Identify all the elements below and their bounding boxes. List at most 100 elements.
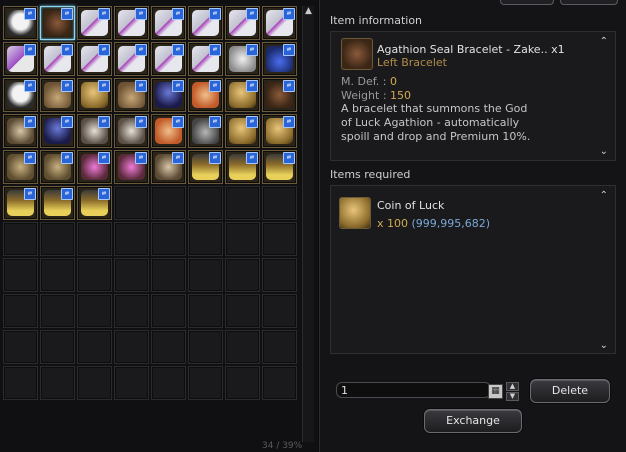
inventory-slot-empty[interactable] (40, 258, 75, 292)
inventory-slot-filled[interactable]: ⇄ (77, 186, 112, 220)
inventory-slot-filled[interactable]: ⇄ (188, 114, 223, 148)
inventory-slot-filled[interactable]: ⇄ (188, 78, 223, 112)
inventory-slot-filled[interactable]: ⇄ (151, 114, 186, 148)
inventory-slot-filled[interactable]: ⇄ (40, 6, 75, 40)
inventory-slot-filled[interactable]: ⇄ (40, 114, 75, 148)
inventory-slot-empty[interactable] (188, 258, 223, 292)
inventory-slot-empty[interactable] (188, 366, 223, 400)
inventory-slot-filled[interactable]: ⇄ (225, 78, 260, 112)
inventory-slot-empty[interactable] (262, 258, 297, 292)
inventory-slot-empty[interactable] (77, 222, 112, 256)
inventory-slot-empty[interactable] (151, 366, 186, 400)
inventory-slot-filled[interactable]: ⇄ (77, 114, 112, 148)
inventory-slot-filled[interactable]: ⇄ (188, 6, 223, 40)
inventory-slot-filled[interactable]: ⇄ (262, 6, 297, 40)
inventory-slot-filled[interactable]: ⇄ (77, 6, 112, 40)
inventory-slot-filled[interactable]: ⇄ (114, 78, 149, 112)
inventory-slot-filled[interactable]: ⇄ (77, 42, 112, 76)
inventory-slot-filled[interactable]: ⇄ (225, 150, 260, 184)
inventory-slot-empty[interactable] (40, 222, 75, 256)
inventory-slot-filled[interactable]: ⇄ (3, 114, 38, 148)
inventory-slot-filled[interactable]: ⇄ (188, 150, 223, 184)
inventory-slot-empty[interactable] (225, 258, 260, 292)
inventory-slot-empty[interactable] (40, 366, 75, 400)
inventory-slot-empty[interactable] (262, 330, 297, 364)
inventory-slot-empty[interactable] (151, 258, 186, 292)
inventory-slot-empty[interactable] (262, 294, 297, 328)
top-tab-right[interactable] (560, 0, 618, 5)
inventory-slot-empty[interactable] (188, 222, 223, 256)
inventory-slot-filled[interactable]: ⇄ (262, 42, 297, 76)
inventory-slot-empty[interactable] (40, 330, 75, 364)
inventory-slot-empty[interactable] (151, 186, 186, 220)
inventory-slot-empty[interactable] (151, 222, 186, 256)
quantity-down-button[interactable]: ▼ (506, 392, 519, 401)
inventory-slot-filled[interactable]: ⇄ (225, 114, 260, 148)
inventory-slot-empty[interactable] (77, 330, 112, 364)
chevron-down-icon[interactable]: ⌄ (600, 147, 608, 157)
exchange-button[interactable]: Exchange (424, 409, 522, 433)
scroll-up-icon[interactable]: ▲ (303, 6, 314, 17)
inventory-slot-filled[interactable]: ⇄ (3, 78, 38, 112)
inventory-slot-filled[interactable]: ⇄ (40, 42, 75, 76)
inventory-slot-filled[interactable]: ⇄ (151, 78, 186, 112)
chevron-up-icon[interactable]: ⌃ (600, 37, 608, 47)
inventory-slot-empty[interactable] (188, 330, 223, 364)
inventory-slot-empty[interactable] (225, 294, 260, 328)
inventory-slot-filled[interactable]: ⇄ (262, 78, 297, 112)
chevron-up-icon[interactable]: ⌃ (600, 191, 608, 201)
inventory-slot-filled[interactable]: ⇄ (3, 186, 38, 220)
inventory-slot-empty[interactable] (77, 294, 112, 328)
inventory-slot-empty[interactable] (114, 294, 149, 328)
inventory-slot-empty[interactable] (188, 294, 223, 328)
chevron-down-icon[interactable]: ⌄ (600, 341, 608, 351)
inventory-slot-filled[interactable]: ⇄ (40, 150, 75, 184)
inventory-slot-empty[interactable] (3, 366, 38, 400)
inventory-slot-empty[interactable] (262, 186, 297, 220)
inventory-slot-empty[interactable] (77, 258, 112, 292)
inventory-slot-filled[interactable]: ⇄ (77, 78, 112, 112)
inventory-slot-empty[interactable] (262, 222, 297, 256)
inventory-scrollbar[interactable]: ▲ (302, 6, 314, 442)
inventory-slot-empty[interactable] (188, 186, 223, 220)
inventory-slot-empty[interactable] (114, 186, 149, 220)
inventory-slot-empty[interactable] (3, 294, 38, 328)
quantity-up-button[interactable]: ▲ (506, 382, 519, 391)
inventory-slot-empty[interactable] (225, 330, 260, 364)
inventory-slot-filled[interactable]: ⇄ (77, 150, 112, 184)
inventory-slot-empty[interactable] (3, 330, 38, 364)
inventory-slot-filled[interactable]: ⇄ (3, 150, 38, 184)
inventory-slot-filled[interactable]: ⇄ (114, 150, 149, 184)
inventory-slot-filled[interactable]: ⇄ (3, 6, 38, 40)
top-tab-left[interactable] (500, 0, 554, 5)
inventory-slot-filled[interactable]: ⇄ (3, 42, 38, 76)
inventory-slot-filled[interactable]: ⇄ (151, 150, 186, 184)
quantity-input[interactable] (336, 382, 491, 398)
inventory-slot-empty[interactable] (3, 222, 38, 256)
inventory-slot-filled[interactable]: ⇄ (114, 42, 149, 76)
inventory-slot-empty[interactable] (114, 330, 149, 364)
delete-button[interactable]: Delete (530, 379, 610, 403)
inventory-slot-filled[interactable]: ⇄ (188, 42, 223, 76)
inventory-slot-filled[interactable]: ⇄ (225, 42, 260, 76)
inventory-slot-empty[interactable] (151, 294, 186, 328)
inventory-slot-empty[interactable] (225, 366, 260, 400)
inventory-slot-filled[interactable]: ⇄ (114, 114, 149, 148)
inventory-slot-filled[interactable]: ⇄ (40, 78, 75, 112)
inventory-slot-empty[interactable] (77, 366, 112, 400)
inventory-slot-filled[interactable]: ⇄ (262, 150, 297, 184)
inventory-slot-filled[interactable]: ⇄ (151, 6, 186, 40)
inventory-slot-empty[interactable] (114, 258, 149, 292)
inventory-slot-empty[interactable] (225, 186, 260, 220)
inventory-slot-empty[interactable] (262, 366, 297, 400)
inventory-slot-filled[interactable]: ⇄ (262, 114, 297, 148)
calculator-icon[interactable]: ▦ (488, 384, 503, 399)
inventory-slot-empty[interactable] (225, 222, 260, 256)
inventory-slot-empty[interactable] (114, 366, 149, 400)
inventory-slot-filled[interactable]: ⇄ (151, 42, 186, 76)
inventory-slot-filled[interactable]: ⇄ (114, 6, 149, 40)
inventory-slot-filled[interactable]: ⇄ (40, 186, 75, 220)
inventory-slot-empty[interactable] (40, 294, 75, 328)
inventory-slot-empty[interactable] (3, 258, 38, 292)
inventory-slot-filled[interactable]: ⇄ (225, 6, 260, 40)
